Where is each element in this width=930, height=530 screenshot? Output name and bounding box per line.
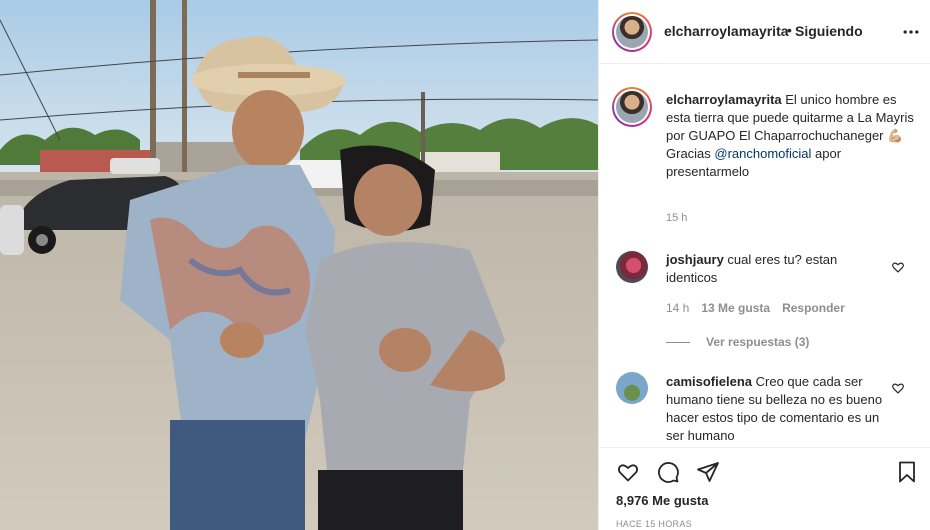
caption-username[interactable]: elcharroylamayrita bbox=[666, 92, 782, 107]
caption-text-thanks: Gracias bbox=[666, 146, 715, 161]
likes-count[interactable]: 8,976 Me gusta bbox=[616, 493, 709, 508]
view-replies-label: Ver respuestas (3) bbox=[706, 335, 810, 349]
replies-divider bbox=[666, 341, 690, 343]
comment-text: camisofielena Creo que cada ser humano t… bbox=[666, 373, 886, 445]
comment-meta: 14 h 13 Me gusta Responder bbox=[666, 301, 845, 315]
comment-bubble-icon[interactable] bbox=[656, 460, 680, 484]
comment-username[interactable]: joshjaury bbox=[666, 252, 724, 267]
small-heart-icon[interactable] bbox=[891, 260, 905, 274]
small-heart-icon[interactable] bbox=[891, 381, 905, 395]
post-sidebar: elcharroylamayrita • Siguiendo elcharroy… bbox=[598, 0, 930, 530]
comment-username[interactable]: camisofielena bbox=[666, 374, 752, 389]
separator-dot: • bbox=[787, 22, 792, 38]
post-image bbox=[0, 0, 598, 530]
post-caption: elcharroylamayrita El unico hombre es es… bbox=[666, 91, 916, 181]
caption-author-avatar[interactable] bbox=[612, 87, 652, 127]
comment-text: joshjaury cual eres tu? estan identicos bbox=[666, 251, 886, 287]
heart-outline-icon[interactable] bbox=[616, 460, 640, 484]
view-replies-button[interactable]: Ver respuestas (3) bbox=[666, 335, 809, 349]
post-header: elcharroylamayrita • Siguiendo bbox=[599, 0, 930, 64]
post-timestamp[interactable]: HACE 15 HORAS bbox=[616, 519, 692, 529]
comment-avatar[interactable] bbox=[616, 372, 648, 404]
comment-likes-count[interactable]: 13 Me gusta bbox=[701, 301, 770, 315]
comment-timestamp[interactable]: 14 h bbox=[666, 301, 689, 315]
more-horizontal-icon[interactable] bbox=[901, 22, 921, 42]
comment-avatar[interactable] bbox=[616, 251, 648, 283]
paper-plane-icon[interactable] bbox=[696, 460, 720, 484]
author-avatar[interactable] bbox=[612, 12, 652, 52]
following-button[interactable]: Siguiendo bbox=[795, 23, 863, 39]
post-actions: 8,976 Me gusta HACE 15 HORAS bbox=[599, 447, 930, 530]
comments-list[interactable]: elcharroylamayrita El unico hombre es es… bbox=[599, 65, 930, 447]
bookmark-icon[interactable] bbox=[895, 460, 919, 484]
caption-mention-link[interactable]: @ranchomoficial bbox=[714, 146, 811, 161]
author-username[interactable]: elcharroylamayrita bbox=[664, 23, 789, 39]
post-photo[interactable] bbox=[0, 0, 598, 530]
caption-timestamp[interactable]: 15 h bbox=[666, 212, 687, 224]
reply-button[interactable]: Responder bbox=[782, 301, 845, 315]
